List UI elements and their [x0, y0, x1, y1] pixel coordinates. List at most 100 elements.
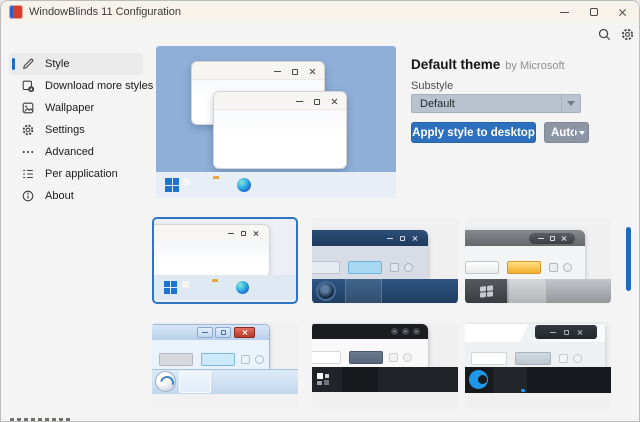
- window-title: WindowBlinds 11 Configuration: [29, 6, 181, 18]
- thumb-window-titlebar: [152, 325, 269, 340]
- sidebar-label: Settings: [45, 124, 85, 136]
- sidebar-label: About: [45, 190, 74, 202]
- sidebar-label: Style: [45, 58, 69, 70]
- thumb-taskbar: [152, 369, 298, 394]
- sidebar-label: Advanced: [45, 146, 94, 158]
- minimize-button[interactable]: [549, 1, 579, 23]
- thumb-checkbox: [241, 355, 250, 364]
- sidebar-label: Per application: [45, 168, 118, 180]
- thumb-toolbar: [465, 342, 605, 367]
- close-icon: [618, 8, 627, 17]
- thumb-checkbox: [559, 354, 568, 363]
- sidebar-item-download-more-styles[interactable]: Download more styles: [9, 75, 143, 97]
- preview-window-controls: [296, 98, 338, 105]
- start-orb-icon: [316, 281, 336, 301]
- thumb-window-titlebar: [465, 324, 605, 342]
- chevron-down-icon: [579, 131, 585, 135]
- thumb-window-titlebar: [312, 230, 428, 246]
- substyle-dropdown[interactable]: Default: [411, 94, 581, 113]
- blue-orb-icon: [469, 370, 488, 389]
- thumb-window-titlebar: [312, 324, 428, 339]
- minimize-icon: [296, 101, 303, 102]
- vertical-scrollbar-thumb[interactable]: [626, 227, 631, 291]
- auto-label: Auto: [545, 127, 577, 139]
- gear-icon: [620, 27, 635, 42]
- thumb-button: [312, 261, 340, 274]
- sidebar-item-per-application[interactable]: Per application: [9, 163, 143, 185]
- close-icon: [331, 98, 338, 105]
- thumb-window-controls: [387, 235, 418, 241]
- gear-icon: [21, 123, 35, 137]
- thumb-checkbox: [389, 353, 398, 362]
- thumb-radio: [573, 354, 582, 363]
- thumb-window-controls: [228, 230, 259, 236]
- info-icon: [21, 189, 35, 203]
- sidebar-item-about[interactable]: About: [9, 185, 143, 207]
- sidebar-item-advanced[interactable]: Advanced: [9, 141, 143, 163]
- sidebar-item-settings[interactable]: Settings: [9, 119, 143, 141]
- wallpaper-icon: [21, 101, 35, 115]
- ellipsis-icon: [21, 145, 35, 159]
- search-icon: [597, 27, 612, 42]
- thumb-window: [312, 324, 428, 367]
- thumb-button-highlight: [349, 351, 383, 364]
- taskbar-indicator-dot: [521, 389, 525, 392]
- taskbar-section: [345, 279, 382, 303]
- substyle-selected-value: Default: [420, 98, 455, 110]
- thumb-button-highlight: [515, 352, 551, 365]
- dropdown-arrow: [561, 95, 580, 112]
- taskbar-section: [342, 367, 378, 392]
- titlebar: WindowBlinds 11 Configuration: [1, 1, 639, 23]
- thumb-window: [312, 230, 428, 279]
- minimize-button-icon: [197, 327, 213, 338]
- thumb-window-controls: [529, 233, 575, 244]
- apply-style-button[interactable]: Apply style to desktop: [411, 122, 536, 143]
- maximize-icon: [314, 99, 320, 105]
- preview-window-controls: [274, 68, 316, 75]
- thumb-radio: [255, 355, 264, 364]
- theme-thumbnail-silver-gray[interactable]: [465, 217, 611, 304]
- windows-logo-icon: [165, 178, 179, 192]
- thumb-radio: [404, 263, 413, 272]
- taskbar-section: [509, 279, 547, 303]
- thumb-toolbar: [312, 246, 428, 279]
- thumb-toolbar: [152, 340, 269, 370]
- start-orb-icon: [155, 371, 176, 392]
- auto-split-button[interactable]: Auto: [544, 122, 589, 143]
- maximize-icon: [590, 8, 598, 16]
- thumb-toolbar: [465, 246, 585, 279]
- theme-name: Default theme: [411, 57, 500, 72]
- thumb-taskbar: [312, 367, 458, 392]
- thumb-taskbar: [465, 279, 611, 303]
- clipped-text-artifact: [10, 418, 72, 422]
- per-application-icon: [21, 167, 35, 181]
- download-styles-icon: [21, 79, 35, 93]
- theme-thumbnail-white-dark[interactable]: [465, 322, 611, 409]
- thumb-radio: [563, 263, 572, 272]
- thumb-button-highlight: [348, 261, 382, 274]
- sidebar-item-style[interactable]: Style: [9, 53, 143, 75]
- thumb-taskbar: [465, 367, 611, 393]
- edge-browser-icon: [237, 178, 251, 192]
- sidebar-item-wallpaper[interactable]: Wallpaper: [9, 97, 143, 119]
- theme-thumbnail-black-minimal[interactable]: [312, 322, 458, 409]
- thumb-window-controls: [391, 328, 420, 335]
- maximize-button[interactable]: [579, 1, 609, 23]
- theme-thumbnail-dark-blue-classic[interactable]: [312, 217, 458, 304]
- settings-gear-button[interactable]: [616, 25, 638, 43]
- thumb-window: [152, 324, 270, 369]
- close-button[interactable]: [607, 1, 637, 23]
- taskbar-section: [179, 371, 211, 393]
- thumb-button: [465, 261, 499, 274]
- close-icon: [309, 68, 316, 75]
- thumb-button-highlight: [507, 261, 541, 274]
- minimize-icon: [274, 71, 281, 72]
- theme-thumbnail-default-light[interactable]: [152, 217, 298, 304]
- preview-front-window: [213, 91, 347, 169]
- theme-thumbnail-aero-blue[interactable]: [152, 322, 298, 409]
- thumb-checkbox: [549, 263, 558, 272]
- close-button-icon: [234, 327, 255, 338]
- thumb-checkbox: [390, 263, 399, 272]
- search-button[interactable]: [593, 25, 615, 43]
- thumb-radio: [403, 353, 412, 362]
